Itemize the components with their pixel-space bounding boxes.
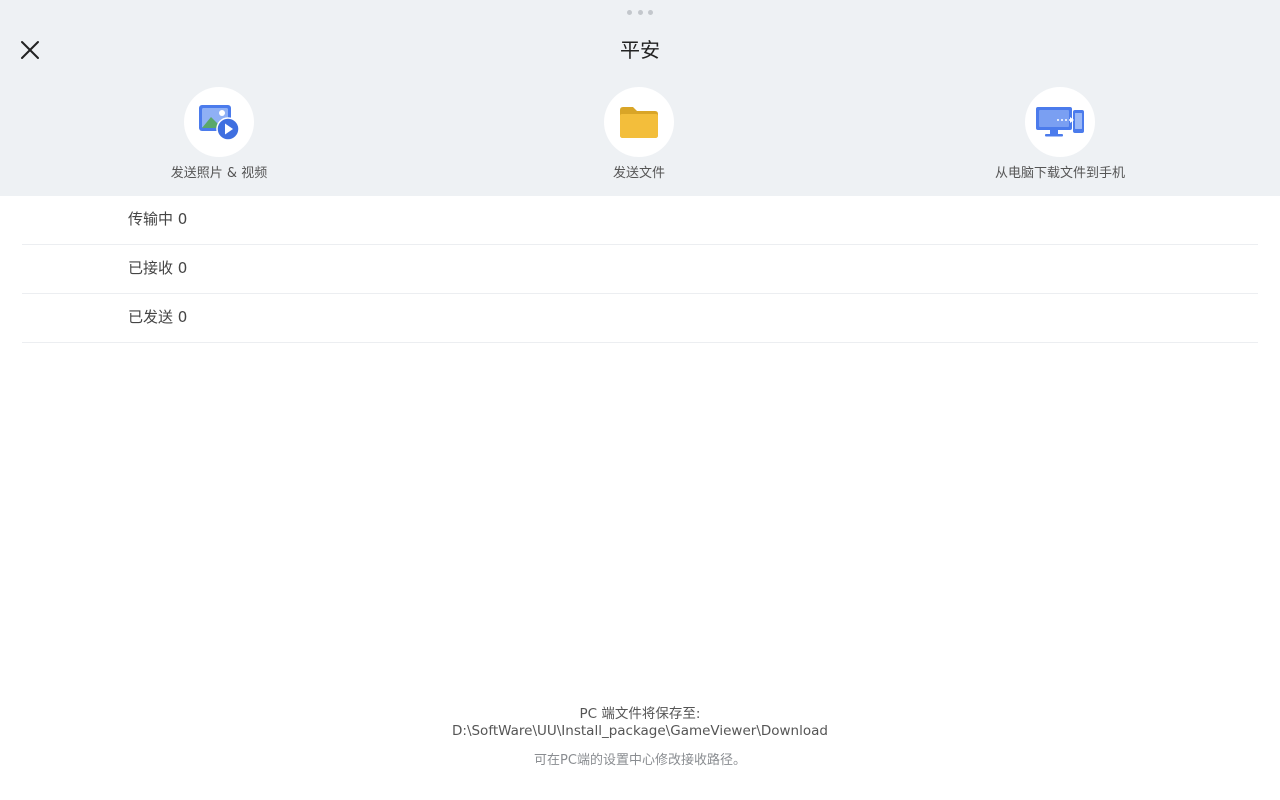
save-path: D:\SoftWare\UU\Install_package\GameViewe… (452, 723, 828, 739)
list-item-label: 已发送 0 (128, 308, 188, 326)
folder-icon (620, 107, 658, 138)
drag-handle-dot (627, 10, 632, 15)
transfer-list: 传输中 0 已接收 0 已发送 0 (22, 196, 1258, 343)
drag-handle-dot (648, 10, 653, 15)
send-photos-videos-button[interactable]: 发送照片 & 视频 (109, 87, 329, 183)
photo-video-icon (199, 105, 240, 141)
list-item-label: 传输中 0 (128, 210, 188, 228)
send-file-button[interactable]: 发送文件 (529, 87, 749, 183)
action-label: 从电脑下载文件到手机 (994, 166, 1125, 181)
page-title: 平安 (620, 38, 660, 62)
list-item-received[interactable]: 已接收 0 (22, 245, 1258, 294)
drag-handle-dot (637, 10, 643, 15)
top-panel: 平安 发送照片 & 视频 发送文件 从电脑下载文件到手机 (0, 0, 1280, 196)
list-item-label: 已接收 0 (128, 259, 188, 277)
settings-hint: 可在PC端的设置中心修改接收路径。 (534, 753, 746, 768)
download-pc-to-phone-button[interactable]: 从电脑下载文件到手机 (950, 87, 1170, 183)
action-label: 发送照片 & 视频 (170, 166, 268, 181)
action-icon-circle (1025, 87, 1095, 157)
pc-to-phone-icon (1036, 107, 1084, 137)
action-icon-circle (604, 87, 674, 157)
list-item-transferring[interactable]: 传输中 0 (22, 196, 1258, 245)
action-label: 发送文件 (612, 166, 665, 181)
list-item-sent[interactable]: 已发送 0 (22, 294, 1258, 343)
save-location-label: PC 端文件将保存至: (579, 706, 701, 722)
drag-handle[interactable] (627, 10, 653, 16)
action-icon-circle (184, 87, 254, 157)
